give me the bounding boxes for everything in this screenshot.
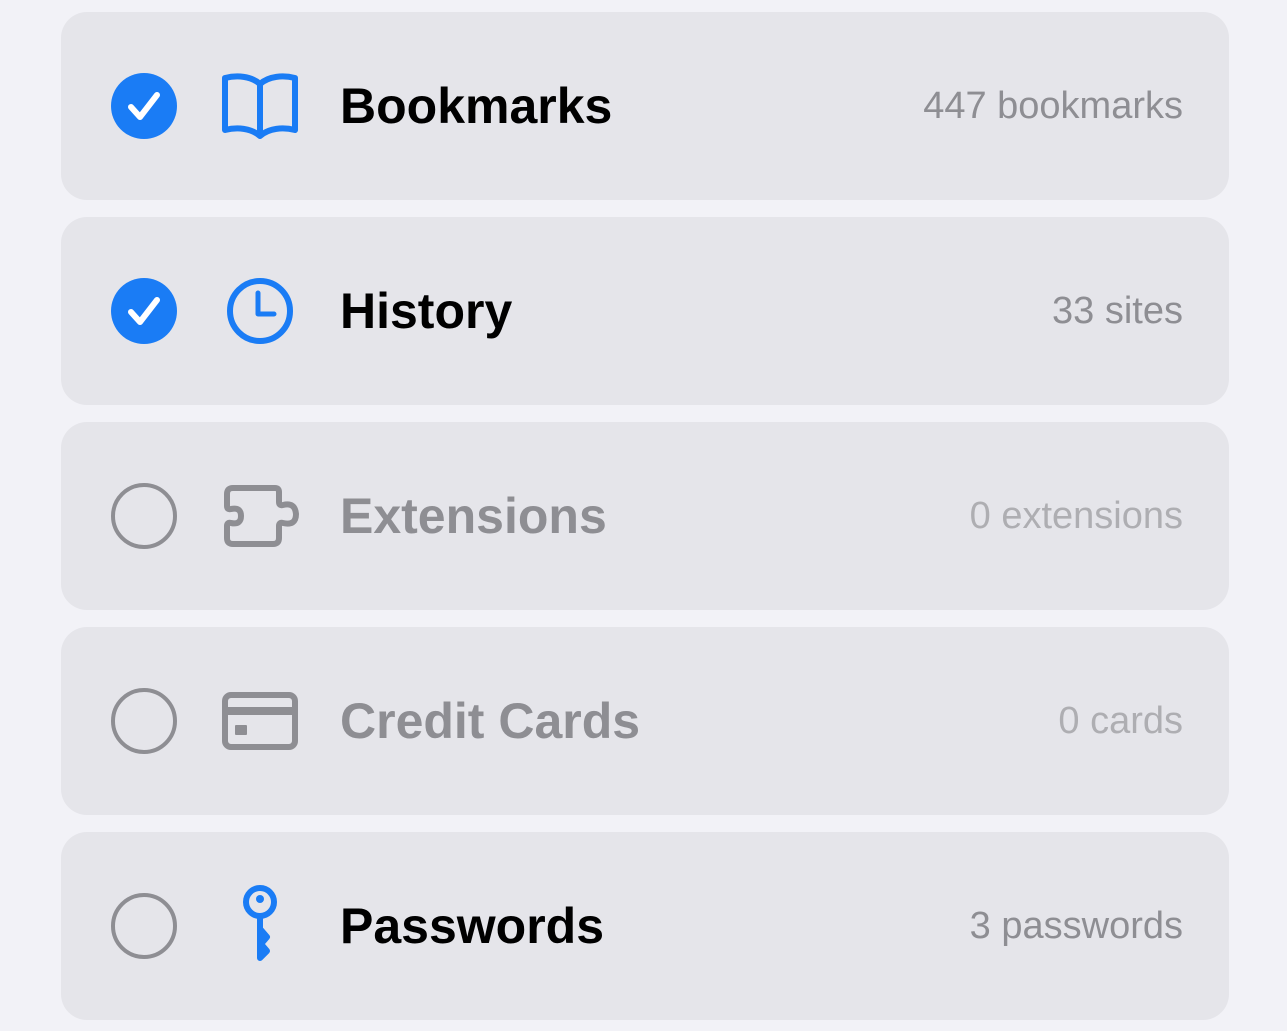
- list-item-bookmarks[interactable]: Bookmarks 447 bookmarks: [61, 12, 1229, 200]
- item-count: 0 extensions: [969, 495, 1183, 537]
- item-label: Passwords: [340, 898, 605, 954]
- item-label: Credit Cards: [340, 693, 641, 749]
- checked-circle-icon[interactable]: [111, 73, 177, 139]
- unchecked-circle-icon[interactable]: [111, 483, 177, 549]
- list-item-history[interactable]: History 33 sites: [61, 217, 1229, 405]
- clock-icon: [219, 275, 301, 347]
- checked-circle-icon[interactable]: [111, 278, 177, 344]
- unchecked-circle-icon[interactable]: [111, 688, 177, 754]
- item-count: 0 cards: [1058, 700, 1183, 742]
- item-count: 3 passwords: [969, 905, 1183, 947]
- item-label: Extensions: [340, 488, 607, 544]
- key-icon: [219, 885, 301, 962]
- list-item-passwords[interactable]: Passwords 3 passwords: [61, 832, 1229, 1020]
- credit-card-icon: [219, 685, 301, 757]
- book-icon: [219, 70, 301, 142]
- item-label: History: [340, 283, 513, 339]
- item-label: Bookmarks: [340, 78, 613, 134]
- list-item-credit-cards[interactable]: Credit Cards 0 cards: [61, 627, 1229, 815]
- puzzle-piece-icon: [219, 480, 301, 552]
- list-item-extensions[interactable]: Extensions 0 extensions: [61, 422, 1229, 610]
- import-data-list: Bookmarks 447 bookmarks History 33 sites…: [61, 12, 1229, 1020]
- item-count: 447 bookmarks: [923, 85, 1183, 127]
- unchecked-circle-icon[interactable]: [111, 893, 177, 959]
- item-count: 33 sites: [1052, 290, 1183, 332]
